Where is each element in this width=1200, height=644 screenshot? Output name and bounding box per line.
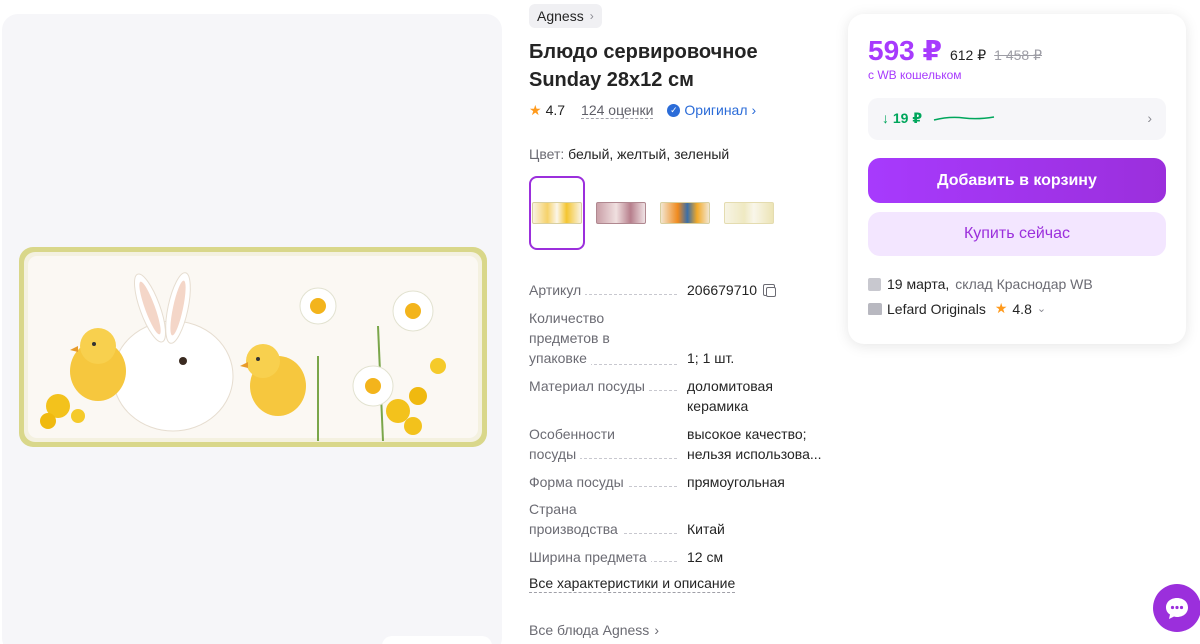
- delivery-warehouse: склад Краснодар WB: [955, 276, 1093, 292]
- color-swatches: [529, 176, 777, 250]
- color-value: белый, желтый, зеленый: [568, 146, 730, 162]
- spec-value: Китай: [687, 521, 725, 537]
- spec-value: прямоугольная: [687, 474, 785, 490]
- spec-value: доломитовая керамика: [687, 378, 773, 414]
- star-icon: ★: [994, 300, 1008, 316]
- all-brand-dishes-link[interactable]: Все блюда Agness ›: [529, 622, 659, 638]
- color-label: Цвет:: [529, 146, 565, 162]
- chevron-right-icon: ›: [654, 622, 659, 638]
- chat-button[interactable]: [1153, 584, 1200, 632]
- spec-value: 206679710: [687, 280, 827, 300]
- spec-value: 12 см: [687, 549, 724, 565]
- price-drop-value: ↓ 19 ₽: [882, 110, 923, 126]
- chevron-down-icon: ⌄: [1036, 303, 1047, 315]
- chevron-right-icon: ›: [751, 102, 757, 118]
- product-page: Agness › Блюдо сервировочное Sunday 28x1…: [0, 0, 1200, 644]
- chevron-right-icon: ›: [589, 9, 594, 23]
- spec-key: Количество предметов в упаковке: [529, 310, 610, 366]
- rating-value: 4.7: [545, 102, 566, 118]
- delivery-date: 19 марта,: [887, 276, 950, 292]
- color-swatch[interactable]: [593, 176, 649, 250]
- box-icon: [868, 277, 881, 291]
- all-specs-link[interactable]: Все характеристики и описание: [529, 575, 736, 593]
- all-dishes-label: Все блюда Agness: [529, 622, 650, 638]
- seller-info[interactable]: Lefard Originals ★ 4.8 ⌄: [868, 300, 1046, 317]
- color-row: Цвет: белый, желтый, зеленый: [529, 146, 729, 162]
- buy-now-button[interactable]: Купить сейчас: [868, 212, 1166, 256]
- buy-card: 593 ₽ 612 ₽ 1 458 ₽ с WB кошельком ↓ 19 …: [848, 14, 1186, 344]
- swatch-image: [660, 202, 710, 224]
- gallery-thumbnail-strip[interactable]: [382, 636, 492, 644]
- seller-rating: 4.8: [1012, 300, 1032, 317]
- delivery-info: 19 марта, склад Краснодар WB: [868, 276, 1093, 292]
- spec-key: Ширина предмета: [529, 547, 679, 567]
- current-price: 593 ₽: [868, 35, 942, 66]
- product-main-image[interactable]: [18, 246, 488, 448]
- color-swatch[interactable]: [657, 176, 713, 250]
- spec-value: 1; 1 шт.: [687, 350, 735, 366]
- spec-value: высокое качество; нельзя использова...: [687, 426, 822, 462]
- add-to-cart-button[interactable]: Добавить в корзину: [868, 158, 1166, 203]
- page-title: Блюдо сервировочное Sunday 28x12 см: [529, 41, 758, 91]
- seller-name: Lefard Originals: [887, 300, 986, 317]
- original-badge-link[interactable]: ✓ Оригинал ›: [667, 102, 756, 118]
- reviews-link[interactable]: 124 оценки: [581, 102, 654, 119]
- rating-row: ★ 4.7 124 оценки ✓ Оригинал ›: [529, 100, 756, 120]
- wallet-note: с WB кошельком: [868, 68, 962, 82]
- shop-icon: [868, 302, 882, 315]
- color-swatch[interactable]: [721, 176, 777, 250]
- price-trend-sparkline-icon: [933, 116, 995, 121]
- product-gallery[interactable]: [2, 14, 502, 644]
- spec-key: Страна производства: [529, 499, 629, 539]
- swatch-image: [724, 202, 774, 224]
- original-price: 1 458 ₽: [994, 47, 1042, 63]
- swatch-image: [532, 202, 582, 224]
- color-swatch[interactable]: [529, 176, 585, 250]
- chevron-right-icon: ›: [1147, 110, 1152, 126]
- check-badge-icon: ✓: [667, 103, 681, 117]
- star-icon: ★: [529, 101, 542, 118]
- original-label: Оригинал: [684, 102, 748, 118]
- price-row: 593 ₽ 612 ₽ 1 458 ₽: [868, 34, 1042, 67]
- price-without-wallet: 612 ₽: [949, 47, 987, 63]
- chat-bubble-icon: [1166, 598, 1188, 619]
- spec-key: Артикул: [529, 280, 679, 300]
- copy-icon[interactable]: [763, 284, 777, 297]
- spec-key: Материал посуды: [529, 376, 679, 396]
- price-history-button[interactable]: ↓ 19 ₽ ›: [868, 98, 1166, 140]
- brand-label: Agness: [537, 8, 584, 24]
- swatch-image: [596, 202, 646, 224]
- brand-link[interactable]: Agness ›: [529, 4, 602, 28]
- spec-key: Форма посуды: [529, 472, 679, 492]
